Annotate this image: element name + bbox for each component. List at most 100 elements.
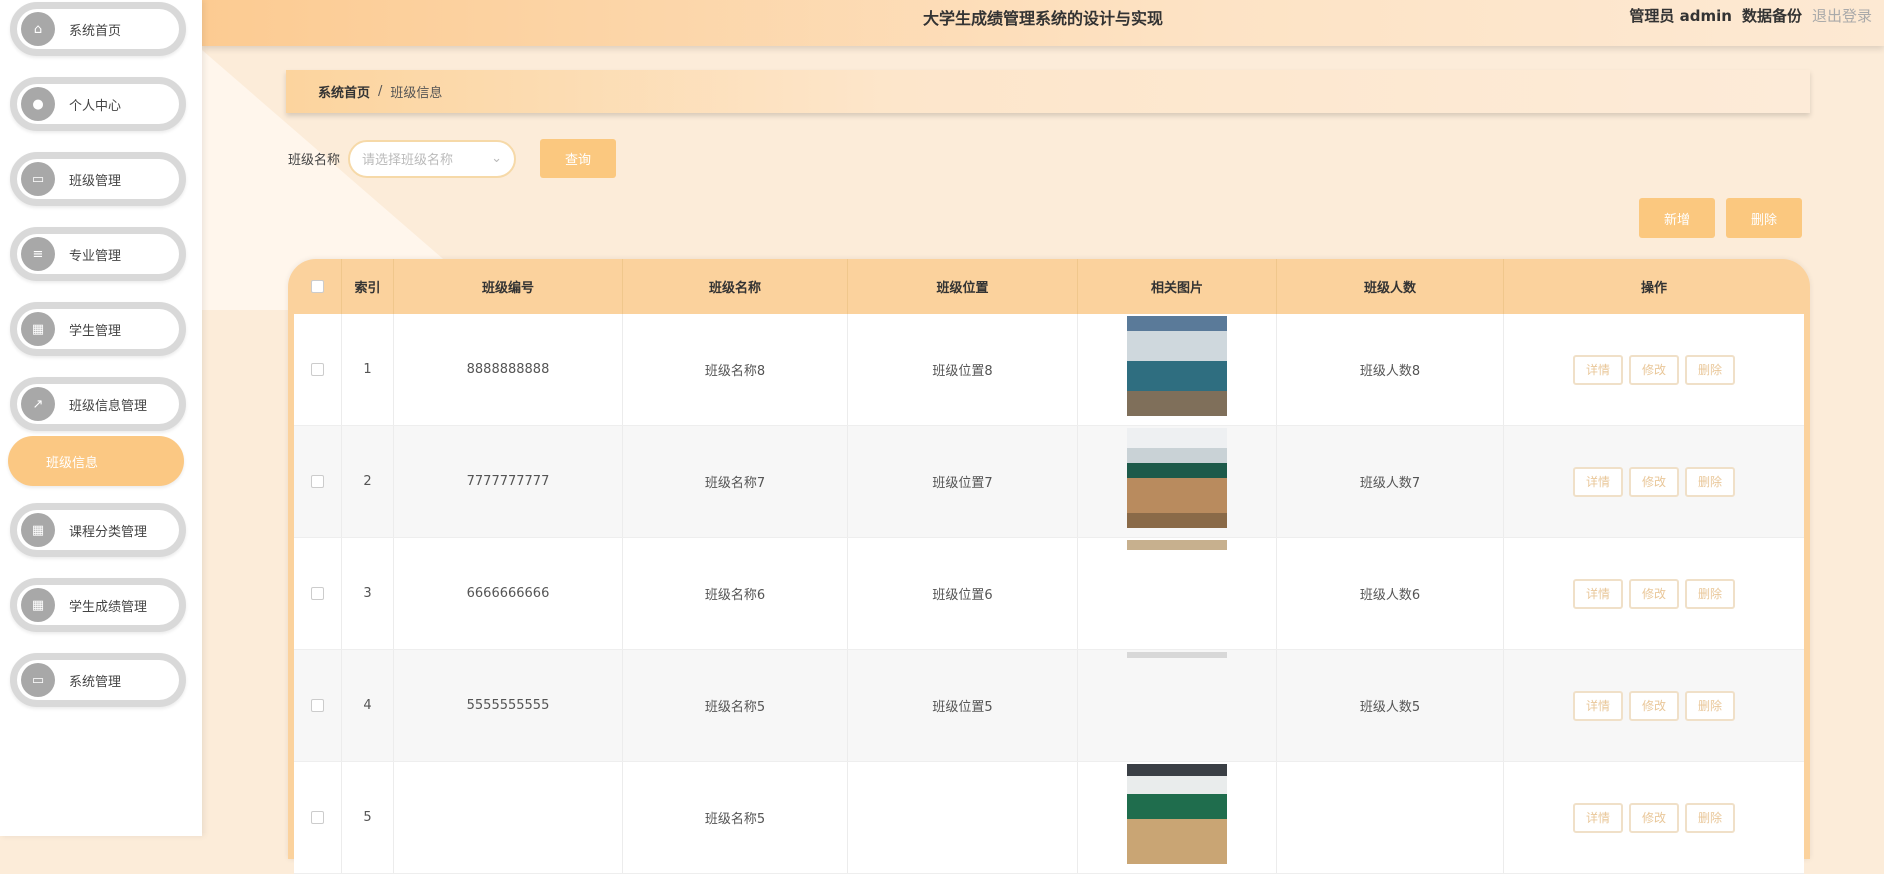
cell-location: 班级位置5	[848, 650, 1078, 761]
chart-icon: ↗	[21, 387, 55, 421]
message-icon: ▭	[21, 162, 55, 196]
table-row: 2 7777777777 班级名称7 班级位置7 班级人数7 详情 修改 删除	[294, 426, 1804, 538]
edit-button[interactable]: 修改	[1629, 354, 1679, 385]
row-checkbox[interactable]	[311, 699, 324, 712]
cell-location: 班级位置7	[848, 426, 1078, 537]
delete-button[interactable]: 删除	[1685, 802, 1735, 833]
search-bar: 班级名称 请选择班级名称 ⌄ 查询	[288, 139, 617, 178]
grid-icon: ▦	[21, 312, 55, 346]
cell-count: 班级人数5	[1277, 650, 1504, 761]
header-actions: 操作	[1640, 281, 1667, 296]
sidebar-item-class-info[interactable]: 班级信息	[8, 436, 184, 486]
table-row: 3 6666666666 班级名称6 班级位置6 班级人数6 详情 修改 删除	[294, 538, 1804, 650]
header-name: 班级名称	[623, 259, 848, 314]
sidebar-item-home[interactable]: ⌂ 系统首页	[10, 2, 186, 56]
detail-button[interactable]: 详情	[1573, 578, 1623, 609]
cell-name: 班级名称5	[623, 762, 848, 873]
table-row: 1 8888888888 班级名称8 班级位置8 班级人数8 详情 修改 删除	[294, 314, 1804, 426]
cell-index: 1	[342, 314, 394, 425]
cell-code: 7777777777	[394, 426, 623, 537]
bulk-delete-button[interactable]: 删除	[1726, 198, 1802, 238]
add-button[interactable]: 新增	[1639, 198, 1715, 238]
list-icon: ≡	[21, 237, 55, 271]
row-checkbox[interactable]	[311, 811, 324, 824]
cell-count: 班级人数8	[1277, 314, 1504, 425]
cell-code	[394, 762, 623, 873]
top-header: 大学生成绩管理系统的设计与实现 管理员 admin 数据备份 退出登录	[202, 0, 1884, 46]
sidebar-item-system-management[interactable]: ▭ 系统管理	[10, 653, 186, 707]
sidebar-item-class-info-management[interactable]: ↗ 班级信息管理	[10, 377, 186, 431]
table-row: 4 5555555555 班级名称5 班级位置5 班级人数5 详情 修改 删除	[294, 650, 1804, 762]
header-location: 班级位置	[848, 259, 1078, 314]
header-index: 索引	[342, 259, 394, 314]
cell-name: 班级名称7	[623, 426, 848, 537]
table-row: 5 班级名称5 详情 修改 删除	[294, 762, 1804, 874]
cell-count	[1277, 762, 1504, 873]
row-checkbox[interactable]	[311, 587, 324, 600]
select-all-checkbox[interactable]	[311, 280, 324, 293]
chevron-down-icon: ⌄	[491, 151, 503, 166]
edit-button[interactable]: 修改	[1629, 690, 1679, 721]
sidebar-item-class-management[interactable]: ▭ 班级管理	[10, 152, 186, 206]
breadcrumb: 系统首页 / 班级信息	[286, 70, 1810, 113]
cell-code: 5555555555	[394, 650, 623, 761]
detail-button[interactable]: 详情	[1573, 802, 1623, 833]
logout-link[interactable]: 退出登录	[1812, 5, 1872, 26]
cell-name: 班级名称6	[623, 538, 848, 649]
delete-button[interactable]: 删除	[1685, 578, 1735, 609]
cell-code: 6666666666	[394, 538, 623, 649]
delete-button[interactable]: 删除	[1685, 690, 1735, 721]
cell-count: 班级人数7	[1277, 426, 1504, 537]
sidebar-item-course-category[interactable]: ▦ 课程分类管理	[10, 503, 186, 557]
cell-index: 3	[342, 538, 394, 649]
cell-count: 班级人数6	[1277, 538, 1504, 649]
sidebar-item-student-management[interactable]: ▦ 学生管理	[10, 302, 186, 356]
sidebar-item-major-management[interactable]: ≡ 专业管理	[10, 227, 186, 281]
class-table: 索引 班级编号 班级名称 班级位置 相关图片 班级人数 操作 1 8888888…	[288, 259, 1810, 874]
cell-name: 班级名称5	[623, 650, 848, 761]
cell-index: 2	[342, 426, 394, 537]
delete-button[interactable]: 删除	[1685, 354, 1735, 385]
user-icon: ●	[21, 87, 55, 121]
delete-button[interactable]: 删除	[1685, 466, 1735, 497]
class-photo	[1127, 652, 1227, 658]
class-name-select[interactable]: 请选择班级名称 ⌄	[348, 139, 517, 178]
header-code: 班级编号	[394, 259, 623, 314]
sidebar-item-profile[interactable]: ● 个人中心	[10, 77, 186, 131]
class-photo	[1127, 316, 1227, 416]
row-checkbox[interactable]	[311, 363, 324, 376]
class-photo	[1127, 764, 1227, 864]
row-checkbox[interactable]	[311, 475, 324, 488]
edit-button[interactable]: 修改	[1629, 802, 1679, 833]
sidebar-item-student-score[interactable]: ▦ 学生成绩管理	[10, 578, 186, 632]
grid-icon: ▦	[21, 588, 55, 622]
home-icon: ⌂	[21, 12, 55, 46]
detail-button[interactable]: 详情	[1573, 466, 1623, 497]
grid-icon: ▦	[21, 513, 55, 547]
sidebar: ⌂ 系统首页 ● 个人中心 ▭ 班级管理 ≡ 专业管理 ▦ 学生管理 ↗ 班级信息管理 班级…	[0, 0, 202, 836]
header-count: 班级人数	[1277, 259, 1504, 314]
detail-button[interactable]: 详情	[1573, 354, 1623, 385]
breadcrumb-separator: /	[378, 84, 383, 99]
cell-name: 班级名称8	[623, 314, 848, 425]
cell-location: 班级位置8	[848, 314, 1078, 425]
class-name-label: 班级名称	[288, 153, 341, 168]
class-photo	[1127, 540, 1227, 550]
cell-index: 4	[342, 650, 394, 761]
header-image: 相关图片	[1078, 259, 1277, 314]
query-button[interactable]: 查询	[540, 139, 617, 178]
cell-code: 8888888888	[394, 314, 623, 425]
cell-location: 班级位置6	[848, 538, 1078, 649]
edit-button[interactable]: 修改	[1629, 466, 1679, 497]
breadcrumb-current: 班级信息	[390, 86, 443, 101]
cell-location	[848, 762, 1078, 873]
breadcrumb-home[interactable]: 系统首页	[318, 82, 370, 101]
monitor-icon: ▭	[21, 663, 55, 697]
class-photo	[1127, 428, 1227, 528]
current-user: 管理员 admin	[1629, 7, 1732, 25]
detail-button[interactable]: 详情	[1573, 690, 1623, 721]
table-header: 索引 班级编号 班级名称 班级位置 相关图片 班级人数 操作	[294, 259, 1804, 314]
cell-index: 5	[342, 762, 394, 873]
edit-button[interactable]: 修改	[1629, 578, 1679, 609]
data-backup-link[interactable]: 数据备份	[1742, 5, 1802, 26]
